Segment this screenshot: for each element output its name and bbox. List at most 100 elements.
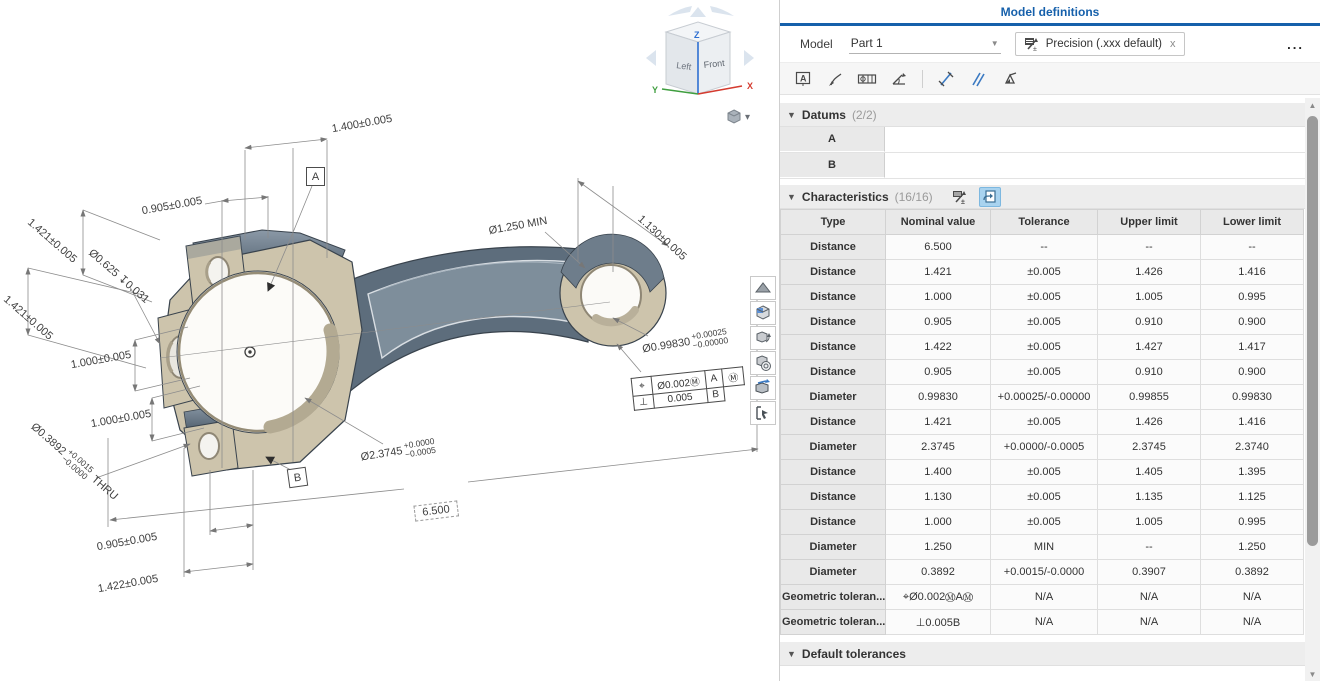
- characteristic-type-cell[interactable]: Distance: [781, 310, 886, 335]
- characteristic-value-cell[interactable]: 1.426: [1098, 260, 1201, 285]
- note-button[interactable]: A: [790, 66, 816, 92]
- characteristic-type-cell[interactable]: Distance: [781, 360, 886, 385]
- datum-row[interactable]: A: [780, 127, 1305, 153]
- characteristic-type-cell[interactable]: Distance: [781, 460, 886, 485]
- characteristic-value-cell[interactable]: 0.99830: [886, 385, 991, 410]
- datums-section-header[interactable]: ▼ Datums (2/2): [780, 103, 1305, 127]
- characteristic-row[interactable]: Distance1.421±0.0051.4261.416: [781, 260, 1304, 285]
- view-cube-left-label[interactable]: Left: [676, 60, 693, 72]
- scrollbar-thumb[interactable]: [1307, 116, 1318, 546]
- column-header[interactable]: Tolerance: [991, 210, 1098, 235]
- characteristic-type-cell[interactable]: Distance: [781, 410, 886, 435]
- characteristic-type-cell[interactable]: Diameter: [781, 385, 886, 410]
- characteristic-value-cell[interactable]: N/A: [991, 610, 1098, 635]
- characteristic-row[interactable]: Diameter1.250MIN--1.250: [781, 535, 1304, 560]
- feature-control-frame-button[interactable]: [854, 66, 880, 92]
- characteristic-value-cell[interactable]: 0.3907: [1098, 560, 1201, 585]
- characteristic-value-cell[interactable]: 1.395: [1201, 460, 1304, 485]
- characteristic-value-cell[interactable]: N/A: [1098, 610, 1201, 635]
- characteristic-value-cell[interactable]: 1.405: [1098, 460, 1201, 485]
- characteristic-row[interactable]: Distance1.000±0.0051.0050.995: [781, 510, 1304, 535]
- characteristic-value-cell[interactable]: 1.426: [1098, 410, 1201, 435]
- characteristic-value-cell[interactable]: 1.421: [886, 410, 991, 435]
- characteristic-value-cell[interactable]: --: [1098, 535, 1201, 560]
- characteristic-value-cell[interactable]: +0.0000/-0.0005: [991, 435, 1098, 460]
- characteristic-row[interactable]: Distance1.422±0.0051.4271.417: [781, 335, 1304, 360]
- characteristic-value-cell[interactable]: 1.416: [1201, 410, 1304, 435]
- characteristic-type-cell[interactable]: Distance: [781, 285, 886, 310]
- datum-label-cell[interactable]: B: [780, 153, 885, 178]
- characteristic-value-cell[interactable]: 1.416: [1201, 260, 1304, 285]
- characteristic-value-cell[interactable]: 1.125: [1201, 485, 1304, 510]
- characteristic-value-cell[interactable]: --: [991, 235, 1098, 260]
- characteristic-value-cell[interactable]: 1.005: [1098, 285, 1201, 310]
- characteristic-value-cell[interactable]: 0.995: [1201, 285, 1304, 310]
- characteristic-value-cell[interactable]: 1.130: [886, 485, 991, 510]
- column-header[interactable]: Type: [781, 210, 886, 235]
- characteristic-row[interactable]: Distance6.500------: [781, 235, 1304, 260]
- big-end-block[interactable]: [158, 230, 362, 476]
- column-header[interactable]: Lower limit: [1201, 210, 1304, 235]
- characteristic-type-cell[interactable]: Geometric toleran...: [781, 585, 886, 610]
- edit-tolerances-button[interactable]: ±: [949, 187, 971, 207]
- characteristic-value-cell[interactable]: 1.250: [1201, 535, 1304, 560]
- characteristic-type-cell[interactable]: Distance: [781, 485, 886, 510]
- overflow-menu-button[interactable]: ...: [1287, 37, 1304, 52]
- cube-snapshot-button[interactable]: [750, 351, 776, 375]
- cube-grid-button[interactable]: [750, 301, 776, 325]
- angle-dimension-button[interactable]: [886, 66, 912, 92]
- characteristic-value-cell[interactable]: MIN: [991, 535, 1098, 560]
- characteristic-value-cell[interactable]: 0.910: [1098, 310, 1201, 335]
- panel-title[interactable]: Model definitions: [780, 5, 1320, 19]
- characteristic-value-cell[interactable]: 1.000: [886, 510, 991, 535]
- datum-label-box[interactable]: A: [306, 167, 325, 186]
- characteristic-type-cell[interactable]: Distance: [781, 335, 886, 360]
- characteristic-value-cell[interactable]: N/A: [991, 585, 1098, 610]
- characteristic-value-cell[interactable]: 2.3740: [1201, 435, 1304, 460]
- characteristic-value-cell[interactable]: ±0.005: [991, 260, 1098, 285]
- section-view-button[interactable]: [750, 276, 776, 300]
- characteristic-row[interactable]: Geometric toleran...⌖Ø0.002ⓂAⓂN/AN/AN/A: [781, 585, 1304, 610]
- characteristic-value-cell[interactable]: 1.250: [886, 535, 991, 560]
- datum-label-box[interactable]: B: [287, 467, 308, 488]
- parallel-tolerance-button[interactable]: [965, 66, 991, 92]
- characteristic-value-cell[interactable]: --: [1098, 235, 1201, 260]
- characteristic-value-cell[interactable]: ±0.005: [991, 335, 1098, 360]
- characteristic-value-cell[interactable]: ±0.005: [991, 310, 1098, 335]
- datum-row[interactable]: B: [780, 153, 1305, 179]
- characteristic-value-cell[interactable]: +0.00025/-0.00000: [991, 385, 1098, 410]
- distance-dimension-button[interactable]: [933, 66, 959, 92]
- panel-scrollbar[interactable]: ▲ ▼: [1305, 98, 1320, 681]
- callout-pointer-button[interactable]: [750, 401, 776, 425]
- characteristic-value-cell[interactable]: 0.3892: [1201, 560, 1304, 585]
- characteristic-value-cell[interactable]: ⊥0.005B: [886, 610, 991, 635]
- model-viewport[interactable]: 1.400±0.0050.905±0.0051.421±0.005Ø0.625 …: [0, 0, 779, 681]
- characteristic-value-cell[interactable]: 0.900: [1201, 360, 1304, 385]
- characteristic-value-cell[interactable]: 1.421: [886, 260, 991, 285]
- explode-view-button[interactable]: [750, 376, 776, 400]
- characteristic-value-cell[interactable]: 6.500: [886, 235, 991, 260]
- characteristic-value-cell[interactable]: +0.0015/-0.0000: [991, 560, 1098, 585]
- characteristic-type-cell[interactable]: Distance: [781, 235, 886, 260]
- characteristic-row[interactable]: Distance0.905±0.0050.9100.900: [781, 360, 1304, 385]
- characteristic-row[interactable]: Distance1.421±0.0051.4261.416: [781, 410, 1304, 435]
- characteristic-type-cell[interactable]: Geometric toleran...: [781, 610, 886, 635]
- characteristic-row[interactable]: Geometric toleran...⊥0.005BN/AN/AN/A: [781, 610, 1304, 635]
- connecting-rod-beam[interactable]: [336, 247, 588, 398]
- characteristic-value-cell[interactable]: --: [1201, 235, 1304, 260]
- characteristic-row[interactable]: Distance1.130±0.0051.1351.125: [781, 485, 1304, 510]
- close-icon[interactable]: x: [1170, 38, 1176, 50]
- characteristic-value-cell[interactable]: 0.900: [1201, 310, 1304, 335]
- characteristic-value-cell[interactable]: 0.3892: [886, 560, 991, 585]
- leader-dimension-button[interactable]: [822, 66, 848, 92]
- scroll-up-icon[interactable]: ▲: [1305, 98, 1320, 112]
- characteristic-row[interactable]: Distance1.400±0.0051.4051.395: [781, 460, 1304, 485]
- characteristic-value-cell[interactable]: 0.995: [1201, 510, 1304, 535]
- characteristic-value-cell[interactable]: 0.905: [886, 310, 991, 335]
- column-header[interactable]: Nominal value: [886, 210, 991, 235]
- characteristic-value-cell[interactable]: ±0.005: [991, 460, 1098, 485]
- scroll-down-icon[interactable]: ▼: [1305, 667, 1320, 681]
- characteristic-row[interactable]: Diameter0.3892+0.0015/-0.00000.39070.389…: [781, 560, 1304, 585]
- characteristic-value-cell[interactable]: ⌖Ø0.002ⓂAⓂ: [886, 585, 991, 610]
- column-header[interactable]: Upper limit: [1098, 210, 1201, 235]
